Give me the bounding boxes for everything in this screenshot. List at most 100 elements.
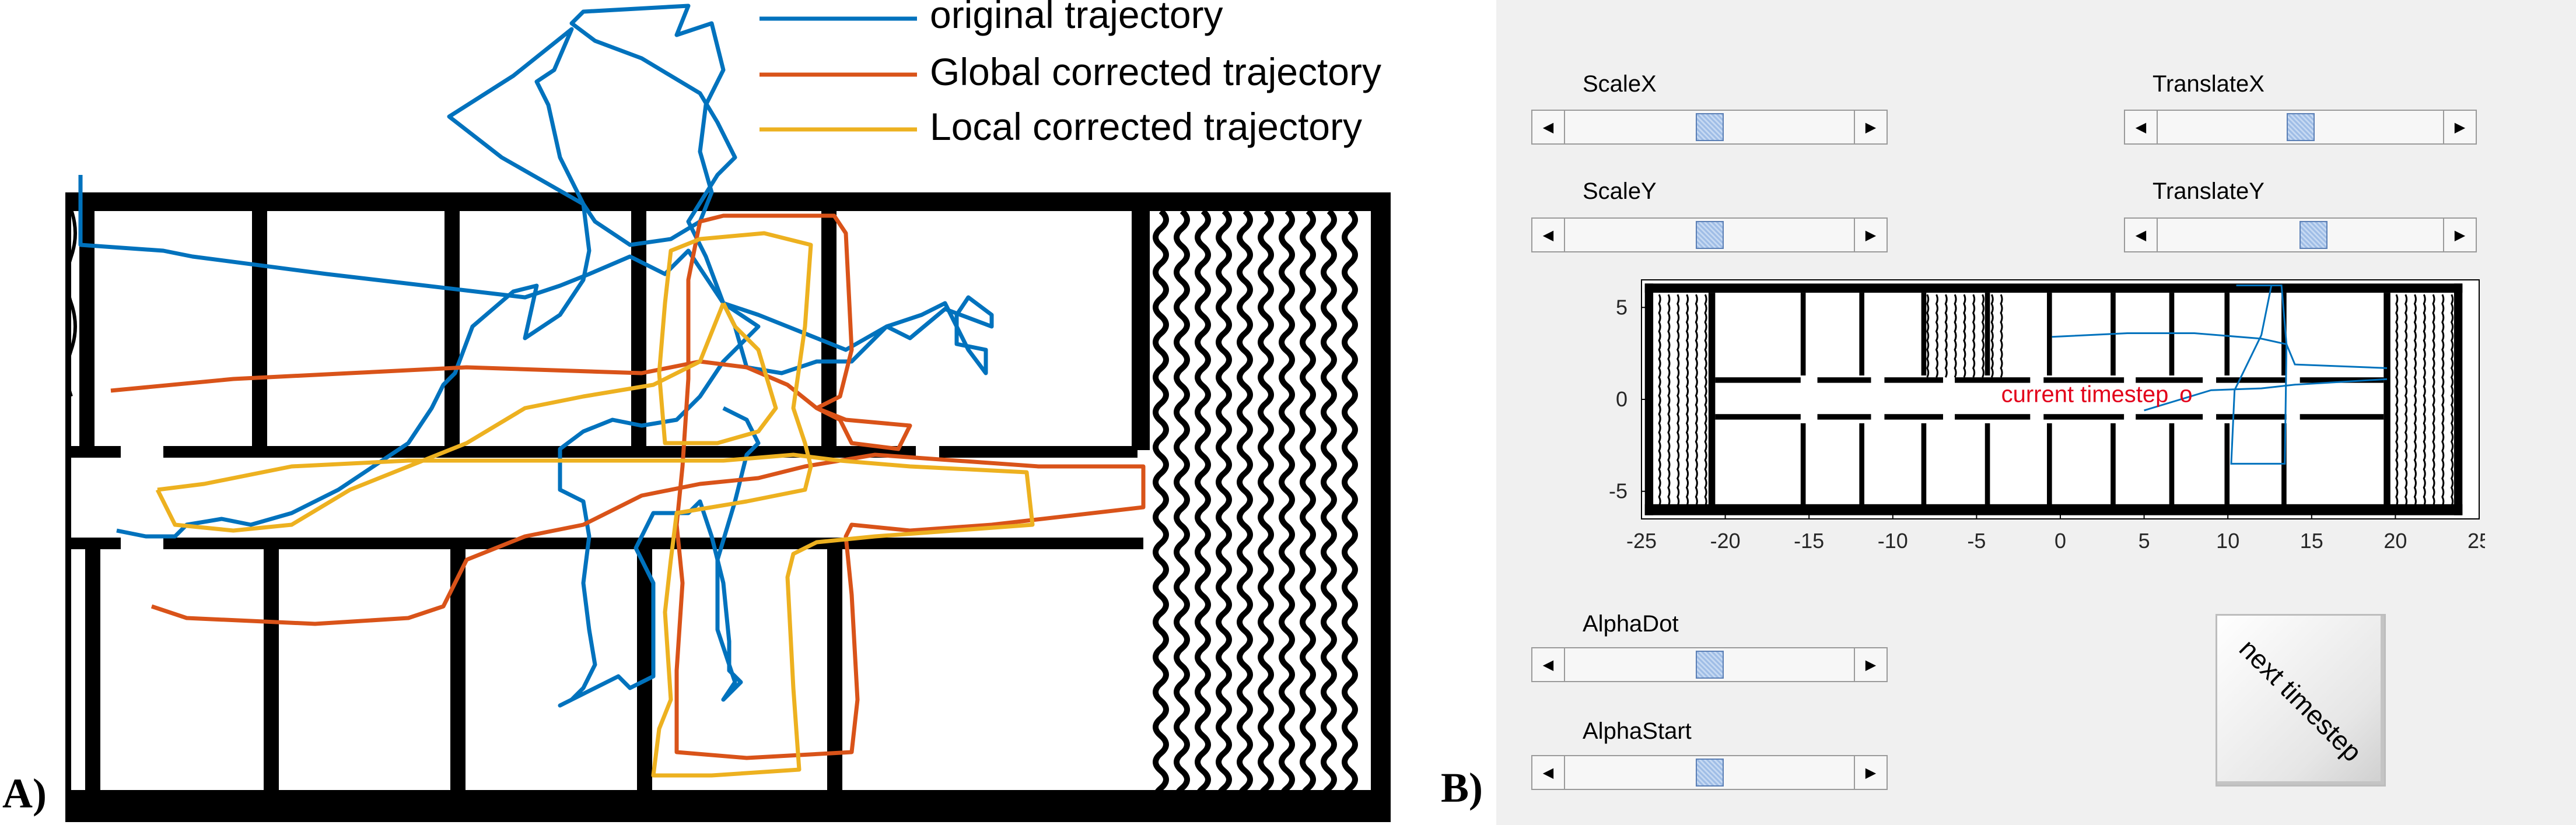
plot-wall xyxy=(1644,283,2463,293)
y-tick-label: 0 xyxy=(1616,387,1628,411)
x-tick-label: -20 xyxy=(1710,529,1741,553)
alpha-start-slider[interactable]: ◀ ▶ xyxy=(1531,755,1888,790)
panel-b-label: B) xyxy=(1441,764,1483,811)
wave-line xyxy=(1321,209,1337,808)
plot-wall xyxy=(2047,293,2052,375)
translate-y-slider[interactable]: ◀ ▶ xyxy=(2124,217,2477,252)
next-timestep-button[interactable]: next timestep xyxy=(2216,614,2386,787)
wave-hatch-right xyxy=(1153,209,1358,808)
plot-wall xyxy=(2454,283,2463,515)
wave-line xyxy=(1279,209,1295,808)
plot-wall xyxy=(2169,423,2175,506)
plot-wall xyxy=(1708,293,1716,506)
legend-label-original: original trajectory xyxy=(930,0,1223,36)
slider-thumb[interactable] xyxy=(1695,759,1724,787)
plot-wall xyxy=(1985,293,1990,375)
slider-left-arrow[interactable]: ◀ xyxy=(1532,756,1565,789)
y-tick-label: -5 xyxy=(1609,479,1628,503)
alpha-dot-label: AlphaDot xyxy=(1583,611,1679,637)
plot-wall xyxy=(1644,504,2463,515)
slider-right-arrow[interactable]: ▶ xyxy=(1854,756,1887,789)
x-tick-label: 25 xyxy=(2468,529,2485,553)
x-tick-label: -15 xyxy=(1794,529,1824,553)
plot-wall xyxy=(1955,414,2031,420)
map-plot: -25 -20 -15 -10 -5 0 5 10 15 20 25 5 0 -5 current ti… xyxy=(1609,279,2485,553)
wave-line xyxy=(1195,209,1211,808)
slider-left-arrow[interactable]: ◀ xyxy=(1532,219,1565,251)
scale-x-label: ScaleX xyxy=(1583,71,1657,97)
slider-left-arrow[interactable]: ◀ xyxy=(2125,111,2158,143)
legend: original trajectory Global corrected tra… xyxy=(760,0,1381,148)
scale-x-slider[interactable]: ◀ ▶ xyxy=(1531,110,1888,145)
slider-left-arrow[interactable]: ◀ xyxy=(1532,111,1565,143)
figure-root: original trajectory Global corrected tra… xyxy=(0,0,2576,825)
wave-line xyxy=(1153,209,1169,808)
wave-line xyxy=(1258,209,1274,808)
wave-line xyxy=(1237,209,1253,808)
wave-line xyxy=(1300,209,1316,808)
original-trajectory xyxy=(78,3,994,708)
slider-thumb[interactable] xyxy=(2286,113,2315,141)
slider-thumb[interactable] xyxy=(2299,221,2328,249)
panel-a-floorplan: original trajectory Global corrected tra… xyxy=(2,0,1391,822)
legend-label-global: Global corrected trajectory xyxy=(930,50,1381,93)
legend-label-local: Local corrected trajectory xyxy=(930,105,1362,148)
plot-wall xyxy=(2224,423,2230,506)
slider-left-arrow[interactable]: ◀ xyxy=(2125,219,2158,251)
alpha-start-label: AlphaStart xyxy=(1583,718,1692,744)
scale-y-slider[interactable]: ◀ ▶ xyxy=(1531,217,1888,252)
plot-wall xyxy=(1921,293,1927,375)
slider-left-arrow[interactable]: ◀ xyxy=(1532,648,1565,681)
plot-wall xyxy=(2300,414,2384,420)
current-timestep-marker: o xyxy=(2179,382,2192,408)
slider-right-arrow[interactable]: ▶ xyxy=(1854,219,1887,251)
plot-wall xyxy=(2043,414,2124,420)
local-corrected-trajectory xyxy=(155,231,1035,778)
plot-wall xyxy=(1884,377,1943,383)
slider-right-arrow[interactable]: ▶ xyxy=(2443,111,2476,143)
y-tick-label: 5 xyxy=(1616,295,1628,319)
wave-line xyxy=(1216,209,1232,808)
translate-y-label: TranslateY xyxy=(2152,178,2264,204)
plot-wall xyxy=(1859,293,1864,375)
wave-line xyxy=(1174,209,1190,808)
translate-x-slider[interactable]: ◀ ▶ xyxy=(2124,110,2477,145)
floorplan-walls xyxy=(65,192,1391,822)
plot-wall xyxy=(2047,423,2052,506)
plot-wall xyxy=(1800,293,1806,375)
x-tick-label: -10 xyxy=(1878,529,1908,553)
plot-wall xyxy=(1817,377,1871,383)
current-timestep-annotation: current timestep xyxy=(2001,382,2169,408)
slider-right-arrow[interactable]: ▶ xyxy=(1854,111,1887,143)
next-timestep-button-label: next timestep xyxy=(2233,633,2368,768)
plot-wall xyxy=(2224,293,2230,375)
plot-wall xyxy=(1800,423,1806,506)
plot-wall xyxy=(2216,377,2287,383)
scale-y-label: ScaleY xyxy=(1583,178,1657,204)
plot-wall xyxy=(2110,423,2116,506)
plot-wall xyxy=(1715,414,1801,420)
plot-wall xyxy=(1859,423,1864,506)
panel-a-label: A) xyxy=(2,770,47,817)
plot-wall xyxy=(1985,423,1990,506)
x-tick-label: -5 xyxy=(1967,529,1986,553)
slider-right-arrow[interactable]: ▶ xyxy=(2443,219,2476,251)
x-tick-label: 10 xyxy=(2216,529,2239,553)
alpha-dot-slider[interactable]: ◀ ▶ xyxy=(1531,647,1888,682)
x-tick-label: -25 xyxy=(1626,529,1657,553)
slider-thumb[interactable] xyxy=(1695,113,1724,141)
x-tick-label: 0 xyxy=(2054,529,2066,553)
x-tick-label: 15 xyxy=(2300,529,2323,553)
plot-wall xyxy=(1715,377,1801,383)
plot-wall xyxy=(2216,414,2287,420)
plot-wall xyxy=(2136,414,2203,420)
plot-wall xyxy=(2169,293,2175,375)
slider-thumb[interactable] xyxy=(1695,221,1724,249)
slider-thumb[interactable] xyxy=(1695,651,1724,679)
slider-right-arrow[interactable]: ▶ xyxy=(1854,648,1887,681)
translate-x-label: TranslateX xyxy=(2152,71,2264,97)
x-tick-label: 5 xyxy=(2138,529,2150,553)
plot-wall xyxy=(1817,414,1871,420)
plot-wall xyxy=(1884,414,1943,420)
wave-line xyxy=(1342,209,1358,808)
